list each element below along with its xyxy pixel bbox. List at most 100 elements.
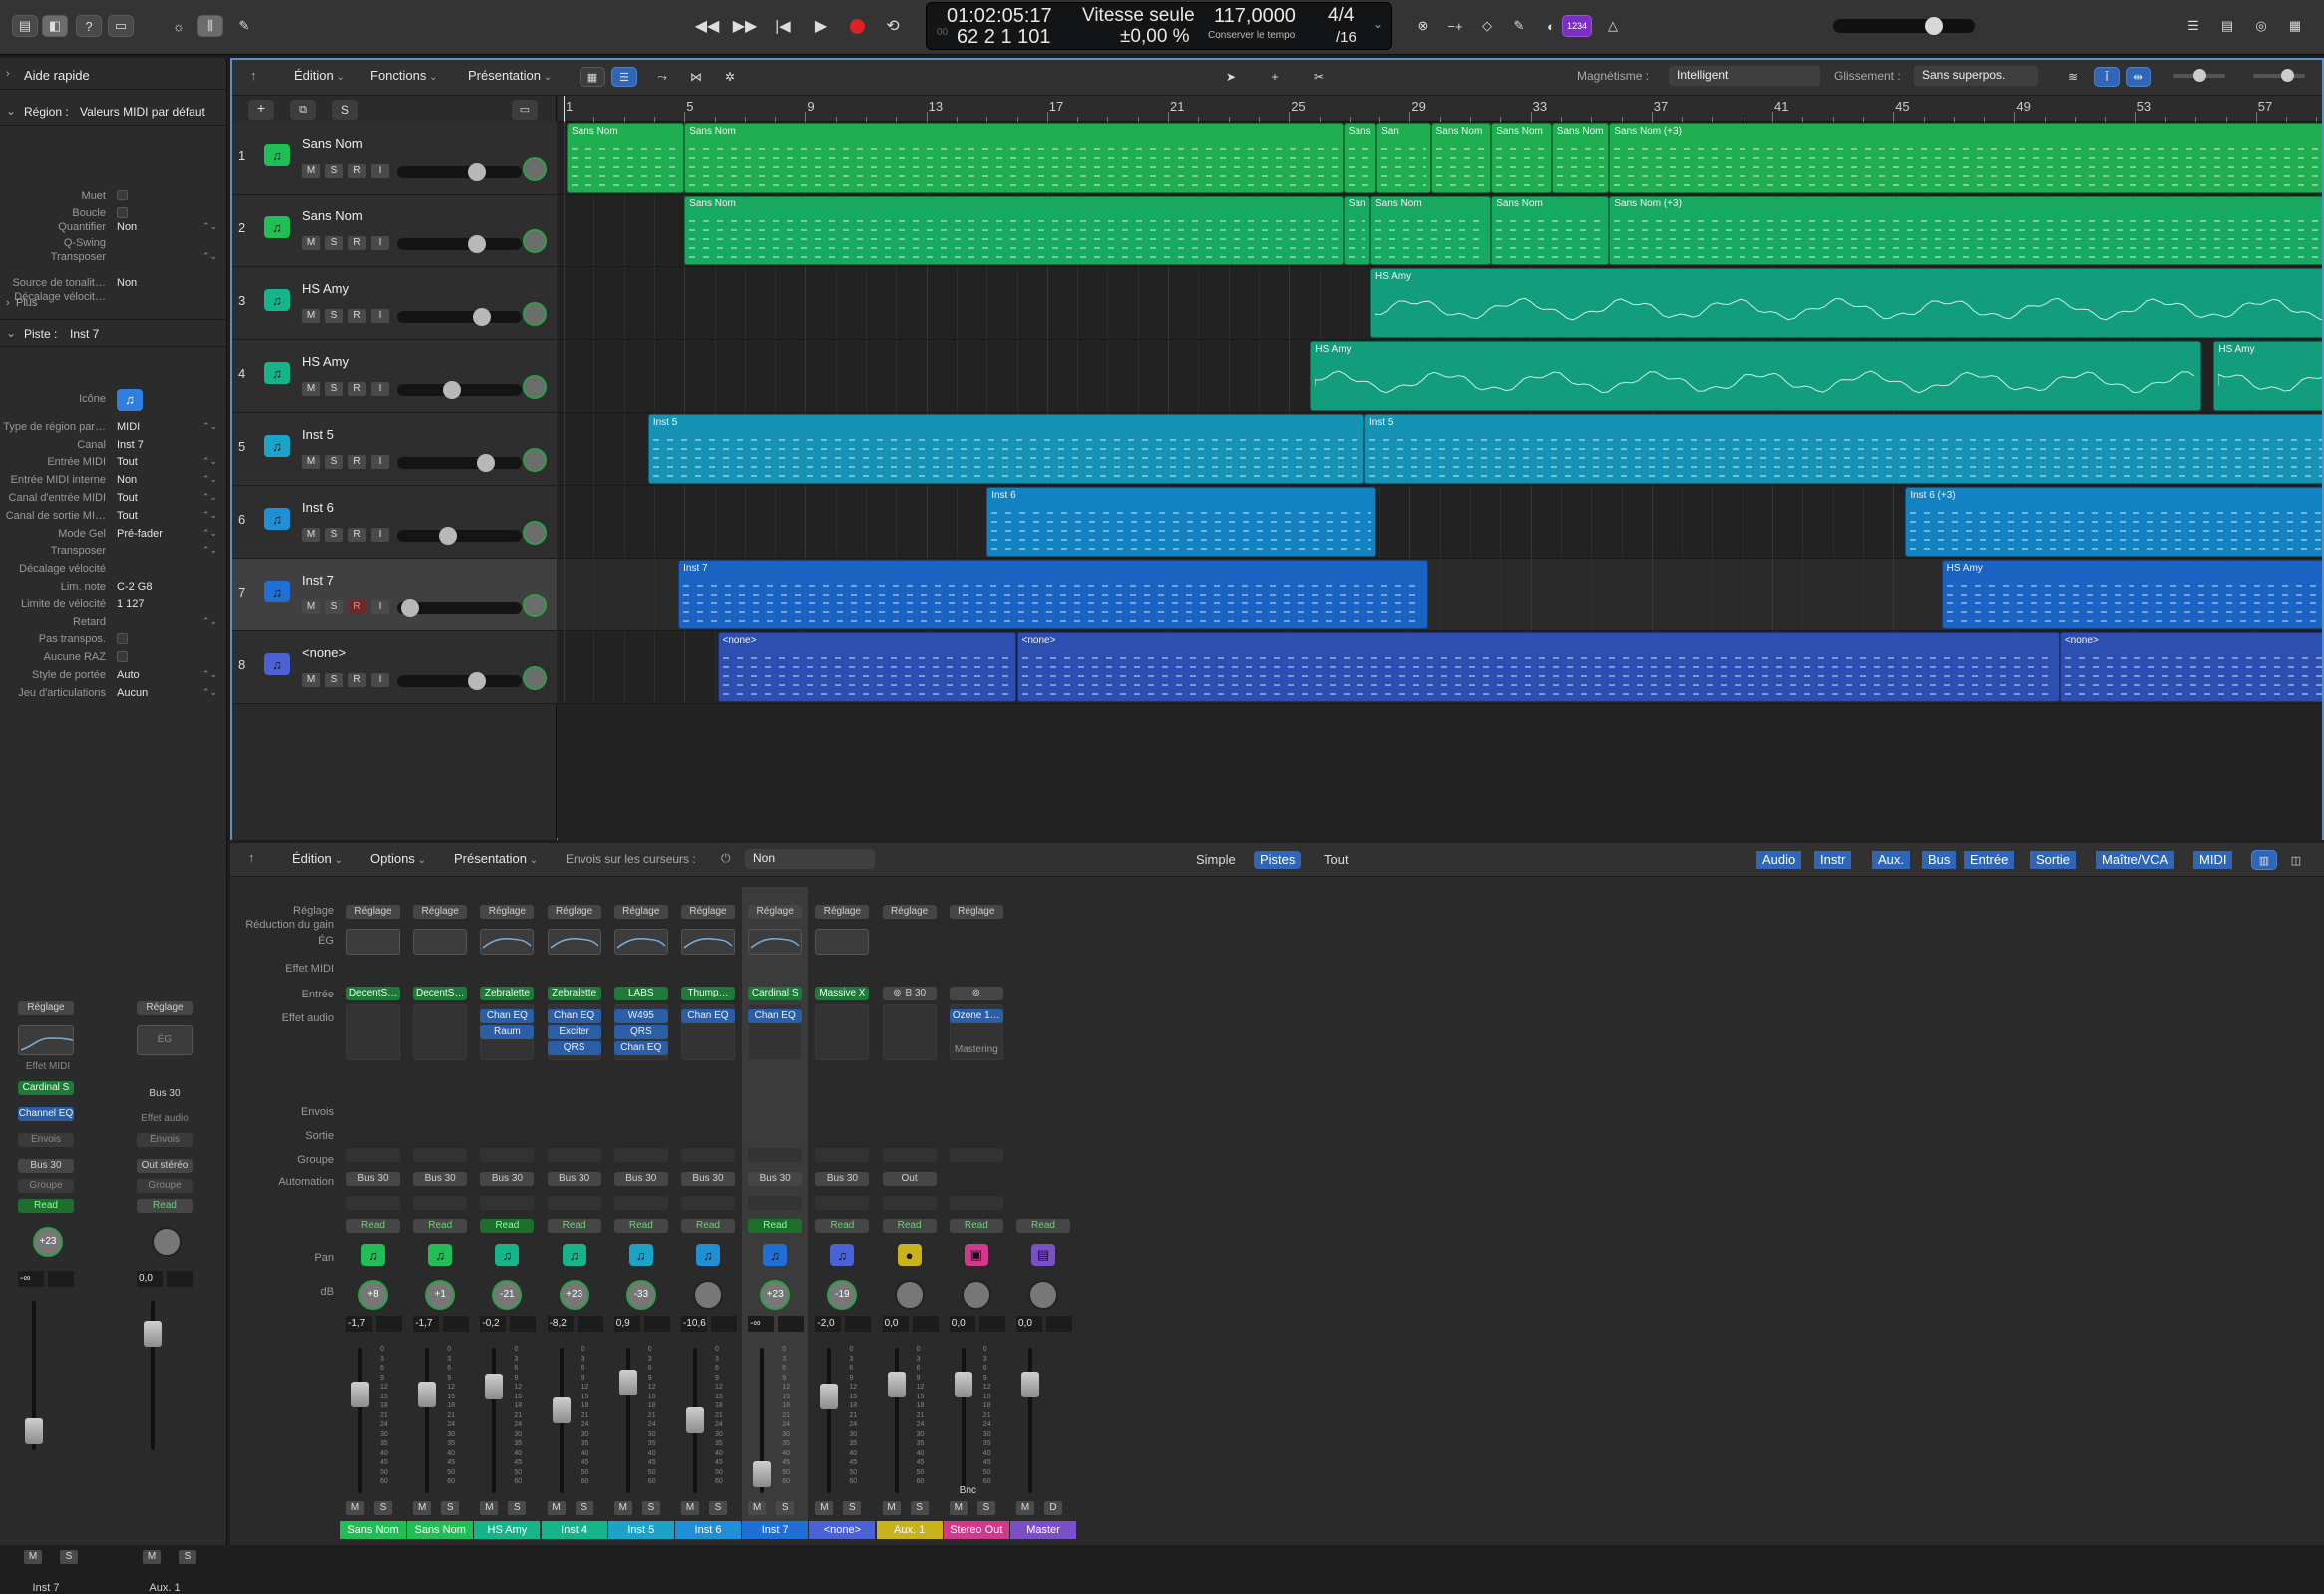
eq-thumbnail[interactable] <box>613 929 668 955</box>
solo-button[interactable]: S <box>325 164 343 178</box>
track-header-2[interactable]: 2 ♫ Sans Nom M S R I <box>232 195 557 267</box>
automation-mode[interactable]: Read <box>748 1219 803 1233</box>
pan-knob[interactable] <box>523 448 547 472</box>
fast-forward-icon[interactable]: ▶▶ <box>732 15 758 37</box>
sends-slot[interactable] <box>346 1148 400 1162</box>
rewind-icon[interactable]: ◀◀ <box>694 15 720 37</box>
region[interactable]: Inst 6 <box>986 487 1377 557</box>
pan-knob[interactable] <box>693 1280 723 1310</box>
pan-knob[interactable] <box>523 666 547 690</box>
strip-a-eq-display[interactable] <box>18 1025 74 1055</box>
solo-button[interactable]: S <box>641 1501 660 1515</box>
automation-mode[interactable]: Read <box>949 1219 1003 1233</box>
strip-b-solo[interactable]: S <box>179 1550 196 1564</box>
eq-thumbnail[interactable] <box>346 929 400 955</box>
catch-icon[interactable]: ✲ <box>717 67 743 87</box>
strip-a-output[interactable]: Bus 30 <box>18 1159 74 1173</box>
pan-knob[interactable] <box>523 302 547 326</box>
pan-knob[interactable] <box>523 157 547 181</box>
group-slot[interactable] <box>613 1196 668 1210</box>
back-arrow-icon[interactable]: ↑ <box>250 68 257 83</box>
tracks-menu-edit[interactable]: Édition <box>294 68 345 83</box>
track-header[interactable]: ⌄ Piste : Inst 7 <box>0 319 227 347</box>
audio-fx-area[interactable] <box>346 1004 400 1060</box>
region[interactable]: Inst 5 <box>1363 414 2322 484</box>
marquee-tool-icon[interactable]: ✂ <box>1306 67 1332 87</box>
volume-fader[interactable] <box>820 1384 839 1409</box>
add-track-button[interactable]: + <box>248 100 274 120</box>
pointer-tool-icon[interactable]: ➤ <box>1218 67 1244 87</box>
stepper-icon[interactable]: ⌃⌄ <box>202 528 217 539</box>
region[interactable]: HS Amy <box>2213 341 2322 411</box>
volume-slider[interactable] <box>397 235 522 253</box>
audio-fx-slot[interactable]: Chan EQ <box>547 1009 601 1023</box>
solo-button[interactable]: S <box>325 600 343 614</box>
editors-icon[interactable]: ✎ <box>231 15 257 37</box>
pan-knob[interactable] <box>523 521 547 545</box>
region[interactable]: HS Amy <box>1941 560 2322 629</box>
volume-fader[interactable] <box>887 1372 906 1397</box>
region[interactable]: Sans Nom <box>1551 123 1610 193</box>
automation-mode[interactable]: Read <box>413 1219 468 1233</box>
audio-fx-slot[interactable]: QRS <box>547 1041 601 1055</box>
stepper-icon[interactable]: ⌃⌄ <box>202 510 217 521</box>
sends-slot[interactable] <box>547 1148 601 1162</box>
pan-knob[interactable] <box>894 1280 925 1310</box>
record-arm-button[interactable]: R <box>348 528 366 542</box>
region[interactable]: Sans Nom <box>1491 123 1552 193</box>
output-slot[interactable]: Bus 30 <box>681 1172 735 1186</box>
track-param-checkbox[interactable] <box>117 651 128 663</box>
solo-button[interactable]: S <box>508 1501 527 1515</box>
mute-button[interactable]: M <box>302 382 320 396</box>
input-slot[interactable]: DecentS… <box>346 987 400 1000</box>
input-slot[interactable]: LABS <box>613 987 668 1000</box>
pan-knob[interactable]: -21 <box>492 1280 523 1310</box>
track-param-row[interactable]: Jeu d'articulations Aucun ⌃⌄ <box>0 687 227 707</box>
record-arm-button[interactable]: R <box>348 600 366 614</box>
volume-slider[interactable] <box>397 308 522 326</box>
music-note-icon[interactable]: ♫ <box>562 1244 586 1266</box>
strip-b-group[interactable]: Groupe <box>137 1179 193 1193</box>
list-editors-icon[interactable]: ☰ <box>2180 15 2206 37</box>
mute-button[interactable]: M <box>302 236 320 250</box>
setting-button[interactable]: Réglage <box>815 905 870 919</box>
output-icon[interactable]: ▤ <box>1031 1244 1055 1266</box>
view-all[interactable]: Tout <box>1318 851 1355 869</box>
filter-3[interactable]: Bus <box>1922 851 1957 869</box>
volume-slider[interactable] <box>397 381 522 399</box>
input-monitor-button[interactable]: I <box>371 455 389 469</box>
solo-button[interactable]: S <box>325 236 343 250</box>
record-arm-button[interactable]: R <box>348 382 366 396</box>
filter-4[interactable]: Entrée <box>1964 851 2015 869</box>
automation-mode[interactable]: Read <box>815 1219 870 1233</box>
track-param-row[interactable]: Icône ♫ <box>0 389 227 413</box>
global-solo-button[interactable]: S <box>332 100 358 120</box>
music-note-icon[interactable]: ♫ <box>830 1244 855 1266</box>
horizontal-zoom-slider[interactable] <box>2253 69 2305 82</box>
mute-button[interactable]: M <box>302 164 320 178</box>
loop-browser-icon[interactable]: ◎ <box>2248 15 2274 37</box>
stepper-icon[interactable]: ⌃⌄ <box>202 456 217 467</box>
pan-knob[interactable]: +23 <box>559 1280 589 1310</box>
stepper-icon[interactable]: ⌃⌄ <box>202 492 217 503</box>
mute-button[interactable]: M <box>681 1501 699 1515</box>
track-icon-music-note-icon[interactable]: ♫ <box>117 389 143 411</box>
volume-fader[interactable] <box>753 1461 772 1487</box>
eq-thumbnail[interactable] <box>547 929 601 955</box>
solo-button[interactable]: S <box>709 1501 727 1515</box>
toolbar-icon[interactable]: ▭ <box>108 15 134 37</box>
region[interactable]: Sans Nom <box>1430 123 1492 193</box>
output-slot[interactable]: Bus 30 <box>480 1172 535 1186</box>
wide-strips-icon[interactable]: ◫ <box>2283 850 2309 870</box>
region[interactable]: Sans Nom (+3) <box>1609 123 2322 193</box>
duplicate-track-icon[interactable]: ⧉ <box>290 100 316 120</box>
more-toggle[interactable]: › Plus <box>0 297 227 317</box>
link-icon[interactable]: ⊚ <box>949 987 1003 1000</box>
sends-slot[interactable] <box>480 1148 535 1162</box>
group-slot[interactable] <box>748 1196 803 1210</box>
mute-button[interactable]: M <box>302 528 320 542</box>
power-icon[interactable]: ⏻ <box>721 851 731 866</box>
track-header-1[interactable]: 1 ♫ Sans Nom M S R I <box>232 122 557 195</box>
sends-slot[interactable] <box>882 1148 937 1162</box>
mute-button[interactable]: M <box>1016 1501 1034 1515</box>
